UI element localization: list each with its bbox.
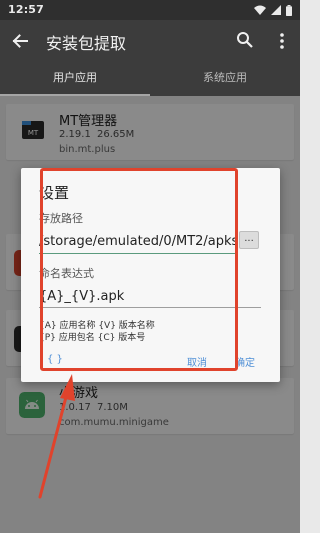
signal-icon bbox=[271, 5, 281, 15]
annotation-highlight-box bbox=[40, 168, 238, 371]
tab-label: 系统应用 bbox=[203, 71, 247, 84]
more-vert-icon[interactable] bbox=[276, 31, 288, 51]
browse-button[interactable]: ... bbox=[239, 231, 259, 249]
status-bar: 12:57 bbox=[0, 0, 300, 20]
page-title: 安装包提取 bbox=[46, 34, 127, 53]
status-time: 12:57 bbox=[8, 3, 45, 16]
tab-system-apps[interactable]: 系统应用 bbox=[150, 62, 300, 96]
tab-user-apps[interactable]: 用户应用 bbox=[0, 62, 150, 96]
search-icon[interactable] bbox=[236, 31, 254, 49]
tab-label: 用户应用 bbox=[53, 71, 97, 84]
confirm-button[interactable]: 确定 bbox=[235, 354, 255, 369]
arrow-back-icon[interactable] bbox=[10, 31, 30, 51]
status-icons bbox=[254, 4, 292, 16]
battery-icon bbox=[286, 4, 292, 16]
wifi-icon bbox=[254, 5, 266, 15]
tab-bar: 用户应用 系统应用 bbox=[0, 62, 300, 96]
app-toolbar: 安装包提取 bbox=[0, 20, 300, 62]
